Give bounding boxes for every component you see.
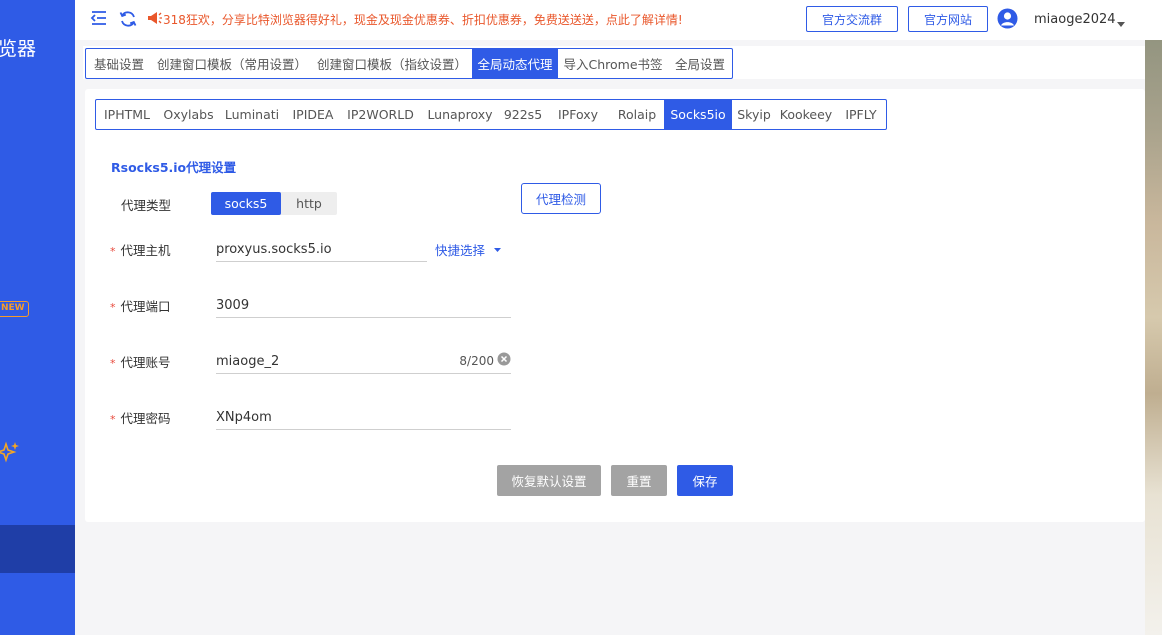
promo-notice[interactable]: 318狂欢，分享比特浏览器得好礼，现金及现金优惠券、折扣优惠券，免费送送送，点此… xyxy=(163,11,683,28)
proxy-account-value: miaoge_2 xyxy=(216,353,280,369)
provider-tab-10[interactable]: Skyip xyxy=(732,100,776,129)
restore-defaults-button[interactable]: 恢复默认设置 xyxy=(497,465,601,496)
proxy-password-label-text: 代理密码 xyxy=(120,411,171,426)
proxy-port-input[interactable]: 3009 xyxy=(216,293,511,318)
proxy-port-value: 3009 xyxy=(216,297,250,313)
provider-tab-2[interactable]: Luminati xyxy=(219,100,285,129)
settings-tab-3[interactable]: 全局动态代理 xyxy=(472,49,558,78)
settings-tab-1[interactable]: 创建窗口模板（常用设置） xyxy=(152,49,312,78)
proxy-host-label: * 代理主机 xyxy=(110,240,171,259)
background-photo xyxy=(1145,0,1162,635)
refresh-icon[interactable] xyxy=(119,10,137,32)
section-title: Rsocks5.io代理设置 xyxy=(111,160,237,175)
new-badge: NEW xyxy=(0,301,29,317)
provider-tab-5[interactable]: Lunaproxy xyxy=(420,100,500,129)
avatar-icon[interactable] xyxy=(997,8,1018,29)
quick-select-dropdown[interactable]: 快捷选择 xyxy=(435,240,502,259)
proxy-type-socks5[interactable]: socks5 xyxy=(211,192,281,215)
megaphone-icon xyxy=(147,11,162,29)
proxy-host-value: proxyus.socks5.io xyxy=(216,241,332,257)
sidebar-active-item[interactable] xyxy=(0,525,75,573)
sparkle-icon[interactable] xyxy=(0,440,20,468)
settings-tab-4[interactable]: 导入Chrome书签 xyxy=(558,49,668,78)
settings-tab-5[interactable]: 全局设置 xyxy=(668,49,732,78)
proxy-host-label-text: 代理主机 xyxy=(120,243,171,258)
required-mark: * xyxy=(110,413,116,426)
provider-tab-12[interactable]: IPFLY xyxy=(836,100,886,129)
app-title: 览器 xyxy=(0,38,37,60)
proxy-port-label-text: 代理端口 xyxy=(120,299,171,314)
reset-button[interactable]: 重置 xyxy=(611,465,667,496)
proxy-type-toggle: socks5 http xyxy=(211,192,337,215)
proxy-password-input[interactable]: XNp4om xyxy=(216,405,511,430)
proxy-account-label: * 代理账号 xyxy=(110,352,171,371)
provider-tab-0[interactable]: IPHTML xyxy=(96,100,158,129)
sidebar: 览器 NEW xyxy=(0,0,75,635)
proxy-type-http[interactable]: http xyxy=(281,192,337,215)
provider-tab-7[interactable]: IPFoxy xyxy=(546,100,610,129)
required-mark: * xyxy=(110,357,116,370)
clear-icon[interactable] xyxy=(497,352,511,370)
provider-tabs: IPHTML Oxylabs Luminati IPIDEA IP2WORLD Lunap… xyxy=(95,99,887,130)
proxy-type-label: 代理类型 xyxy=(121,198,172,213)
quick-select-label: 快捷选择 xyxy=(435,243,486,258)
settings-tab-2[interactable]: 创建窗口模板（指纹设置） xyxy=(312,49,472,78)
username[interactable]: miaoge2024 xyxy=(1034,12,1116,27)
required-mark: * xyxy=(110,245,116,258)
background-photo-top xyxy=(1145,0,1162,40)
provider-tab-11[interactable]: Kookeey xyxy=(776,100,836,129)
proxy-account-label-text: 代理账号 xyxy=(120,355,171,370)
settings-tab-0[interactable]: 基础设置 xyxy=(86,49,152,78)
caret-down-icon xyxy=(494,247,502,252)
menu-collapse-icon[interactable] xyxy=(90,10,108,30)
proxy-password-label: * 代理密码 xyxy=(110,408,171,427)
provider-tab-8[interactable]: Rolaip xyxy=(610,100,664,129)
proxy-password-value: XNp4om xyxy=(216,409,272,425)
required-mark: * xyxy=(110,301,116,314)
provider-tab-4[interactable]: IP2WORLD xyxy=(341,100,420,129)
proxy-port-label: * 代理端口 xyxy=(110,296,171,315)
header: 318狂欢，分享比特浏览器得好礼，现金及现金优惠券、折扣优惠券，免费送送送，点此… xyxy=(75,0,1145,40)
provider-tab-1[interactable]: Oxylabs xyxy=(158,100,219,129)
community-button[interactable]: 官方交流群 xyxy=(806,6,898,32)
proxy-account-input[interactable]: miaoge_2 8/200 xyxy=(216,349,511,374)
website-button[interactable]: 官方网站 xyxy=(908,6,988,32)
proxy-host-input[interactable]: proxyus.socks5.io xyxy=(216,237,427,262)
provider-tab-9[interactable]: Socks5io xyxy=(664,100,732,129)
provider-tab-3[interactable]: IPIDEA xyxy=(285,100,341,129)
provider-tab-6[interactable]: 922s5 xyxy=(500,100,546,129)
chevron-down-icon[interactable] xyxy=(1117,16,1125,31)
save-button[interactable]: 保存 xyxy=(677,465,733,496)
char-counter: 8/200 xyxy=(459,354,494,368)
proxy-check-button[interactable]: 代理检测 xyxy=(521,183,601,214)
settings-tabs: 基础设置 创建窗口模板（常用设置） 创建窗口模板（指纹设置） 全局动态代理 导入Chro… xyxy=(85,48,733,79)
